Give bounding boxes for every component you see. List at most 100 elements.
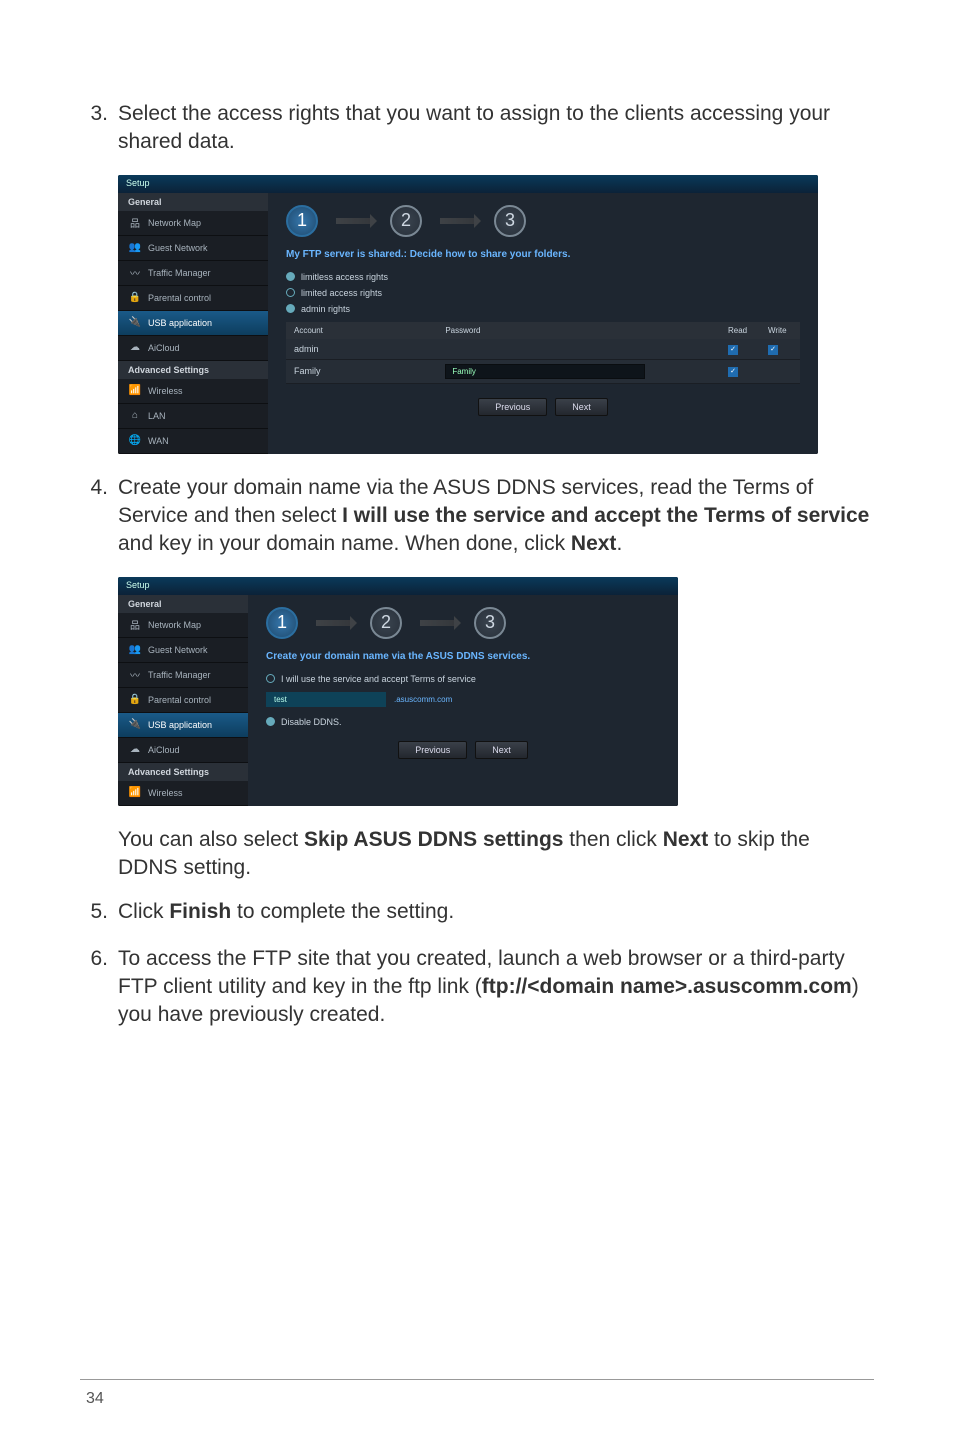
step-num-3: 3. xyxy=(80,100,118,157)
usb-icon: 🔌 xyxy=(128,718,142,732)
cell-write: ✓ xyxy=(760,339,800,360)
previous-button[interactable]: Previous xyxy=(398,741,467,759)
wizard-steps: 1 2 3 xyxy=(266,607,660,639)
th-password: Password xyxy=(437,322,720,339)
sidebar-item-wan[interactable]: 🌐WAN xyxy=(118,429,268,454)
sidebar-general-header: General xyxy=(118,595,248,613)
wizard-step-1: 1 xyxy=(266,607,298,639)
radio-limited[interactable]: limited access rights xyxy=(286,288,800,298)
arrow-icon xyxy=(336,218,372,224)
sidebar-item-wireless[interactable]: 📶Wireless xyxy=(118,379,268,404)
step-num-4: 4. xyxy=(80,474,118,559)
next-button[interactable]: Next xyxy=(555,398,608,416)
checkbox-icon[interactable]: ✓ xyxy=(768,345,778,355)
step-num-5: 5. xyxy=(80,898,118,926)
arrow-icon xyxy=(316,620,352,626)
guest-icon: 👥 xyxy=(128,643,142,657)
parental-icon: 🔒 xyxy=(128,693,142,707)
wizard-step-1: 1 xyxy=(286,205,318,237)
previous-button[interactable]: Previous xyxy=(478,398,547,416)
parental-icon: 🔒 xyxy=(128,291,142,305)
arrow-icon xyxy=(420,620,456,626)
step-4: 4. Create your domain name via the ASUS … xyxy=(80,474,874,559)
usb-icon: 🔌 xyxy=(128,316,142,330)
button-row: Previous Next xyxy=(266,741,660,759)
radio-admin[interactable]: admin rights xyxy=(286,304,800,314)
th-account: Account xyxy=(286,322,437,339)
sidebar-item-traffic-manager[interactable]: 〰Traffic Manager xyxy=(118,261,268,286)
sidebar-item-guest-network[interactable]: 👥Guest Network xyxy=(118,638,248,663)
footer-rule xyxy=(80,1379,874,1380)
checkbox-icon[interactable]: ✓ xyxy=(728,345,738,355)
table-row: admin ✓ ✓ xyxy=(286,339,800,360)
cell-write xyxy=(760,359,800,383)
domain-input[interactable] xyxy=(266,692,386,707)
sidebar-item-network-map[interactable]: 品Network Map xyxy=(118,211,268,236)
traffic-icon: 〰 xyxy=(128,266,142,280)
sidebar-advanced-header: Advanced Settings xyxy=(118,763,248,781)
wan-icon: 🌐 xyxy=(128,434,142,448)
sidebar-item-usb-application[interactable]: 🔌USB application xyxy=(118,311,268,336)
network-map-icon: 品 xyxy=(128,216,142,230)
th-read: Read xyxy=(720,322,760,339)
cell-account: admin xyxy=(286,339,437,360)
checkbox-icon[interactable]: ✓ xyxy=(728,367,738,377)
cell-password xyxy=(437,339,720,360)
scr-heading: My FTP server is shared.: Decide how to … xyxy=(286,249,800,260)
step-num-6: 6. xyxy=(80,945,118,1030)
sidebar-item-wireless[interactable]: 📶Wireless xyxy=(118,781,248,806)
radio-dot-icon xyxy=(286,288,295,297)
sidebar-item-parental-control[interactable]: 🔒Parental control xyxy=(118,286,268,311)
sidebar: General 品Network Map 👥Guest Network 〰Tra… xyxy=(118,193,268,454)
domain-row: .asuscomm.com xyxy=(266,692,660,707)
sidebar-item-guest-network[interactable]: 👥Guest Network xyxy=(118,236,268,261)
wizard-step-3: 3 xyxy=(474,607,506,639)
sidebar-item-aicloud[interactable]: ☁AiCloud xyxy=(118,738,248,763)
cell-password xyxy=(437,359,720,383)
sidebar-item-aicloud[interactable]: ☁AiCloud xyxy=(118,336,268,361)
th-write: Write xyxy=(760,322,800,339)
cell-read: ✓ xyxy=(720,339,760,360)
guest-icon: 👥 xyxy=(128,241,142,255)
sidebar-item-traffic-manager[interactable]: 〰Traffic Manager xyxy=(118,663,248,688)
step-4-note: You can also select Skip ASUS DDNS setti… xyxy=(118,826,874,883)
table-header-row: Account Password Read Write xyxy=(286,322,800,339)
sidebar-item-parental-control[interactable]: 🔒Parental control xyxy=(118,688,248,713)
domain-suffix: .asuscomm.com xyxy=(394,695,452,704)
wizard-step-2: 2 xyxy=(370,607,402,639)
step-3: 3. Select the access rights that you wan… xyxy=(80,100,874,157)
cell-read: ✓ xyxy=(720,359,760,383)
radio-accept-terms[interactable]: I will use the service and accept Terms … xyxy=(266,674,660,684)
table-row: Family ✓ xyxy=(286,359,800,383)
radio-dot-icon xyxy=(266,717,275,726)
sidebar-item-network-map[interactable]: 品Network Map xyxy=(118,613,248,638)
scr-main: 1 2 3 Create your domain name via the AS… xyxy=(248,595,678,806)
wizard-steps: 1 2 3 xyxy=(286,205,800,237)
wizard-step-2: 2 xyxy=(390,205,422,237)
screenshot-ddns: Setup General 品Network Map 👥Guest Networ… xyxy=(118,577,678,806)
radio-limitless[interactable]: limitless access rights xyxy=(286,272,800,282)
cell-account: Family xyxy=(286,359,437,383)
network-map-icon: 品 xyxy=(128,618,142,632)
next-button[interactable]: Next xyxy=(475,741,528,759)
step-body-6: To access the FTP site that you created,… xyxy=(118,945,874,1030)
arrow-icon xyxy=(440,218,476,224)
radio-disable-ddns[interactable]: Disable DDNS. xyxy=(266,717,660,727)
password-input[interactable] xyxy=(445,364,645,379)
scr-titlebar: Setup xyxy=(118,577,678,595)
accounts-table: Account Password Read Write admin ✓ ✓ Fa… xyxy=(286,322,800,384)
wizard-step-3: 3 xyxy=(494,205,526,237)
radio-dot-icon xyxy=(286,272,295,281)
step-body-3: Select the access rights that you want t… xyxy=(118,100,874,157)
wireless-icon: 📶 xyxy=(128,384,142,398)
sidebar-advanced-header: Advanced Settings xyxy=(118,361,268,379)
screenshot-access-rights: Setup General 品Network Map 👥Guest Networ… xyxy=(118,175,818,454)
sidebar-general-header: General xyxy=(118,193,268,211)
sidebar-item-lan[interactable]: ⌂LAN xyxy=(118,404,268,429)
wireless-icon: 📶 xyxy=(128,786,142,800)
step-body-4: Create your domain name via the ASUS DDN… xyxy=(118,474,874,559)
scr-titlebar: Setup xyxy=(118,175,818,193)
scr-main: 1 2 3 My FTP server is shared.: Decide h… xyxy=(268,193,818,454)
radio-dot-icon xyxy=(286,304,295,313)
sidebar-item-usb-application[interactable]: 🔌USB application xyxy=(118,713,248,738)
